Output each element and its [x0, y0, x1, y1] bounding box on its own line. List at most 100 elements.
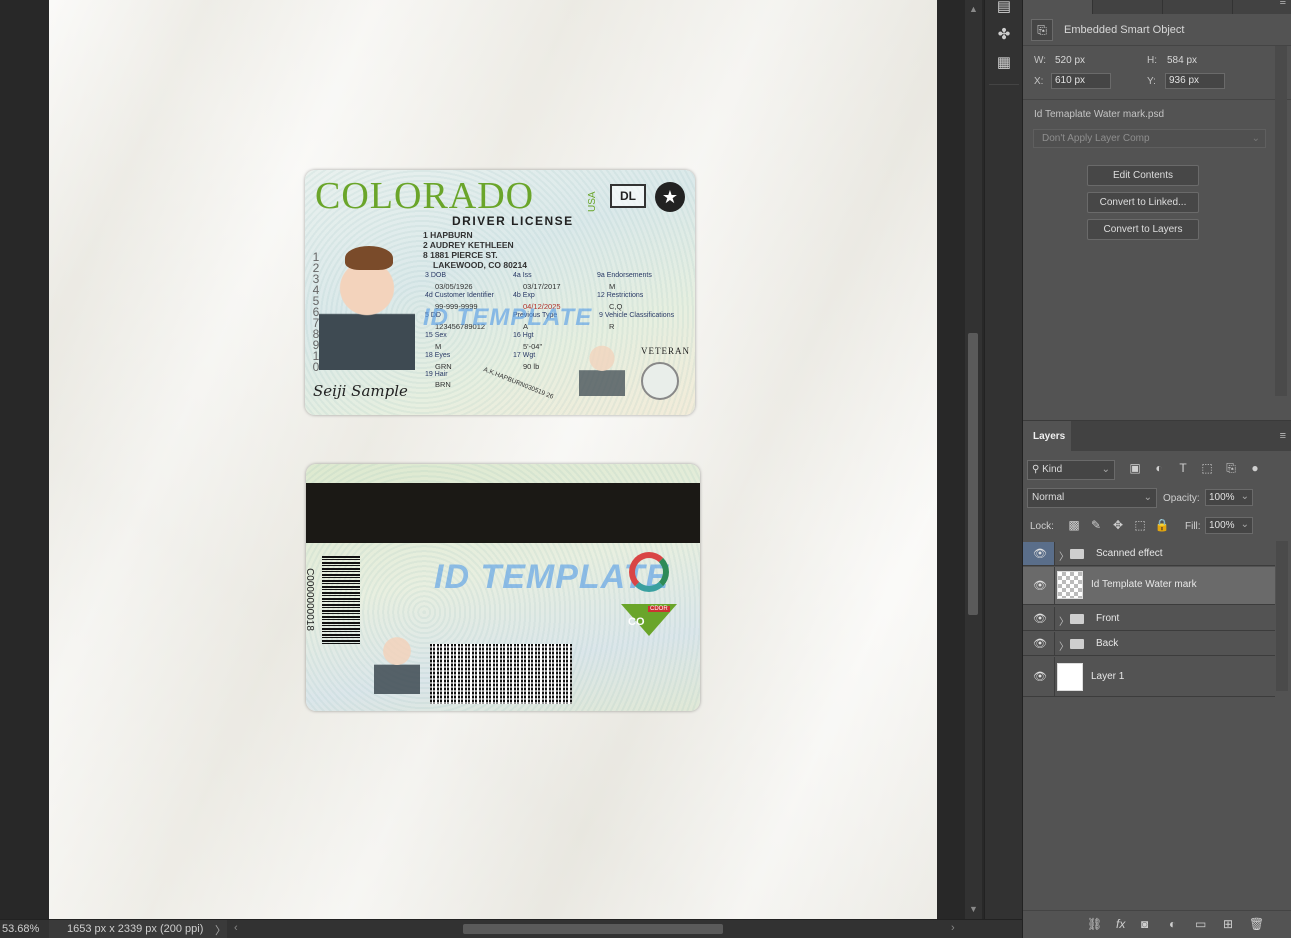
vertical-scrollbar[interactable]: ▲ ▼: [965, 0, 982, 919]
grid-icon[interactable]: ▦: [993, 52, 1015, 74]
eye-icon: 👁: [1033, 548, 1047, 560]
right-panel: ≡ ⎘ Embedded Smart Object W: 520 px H: 5…: [1022, 0, 1291, 938]
visibility-toggle[interactable]: 👁: [1023, 632, 1055, 655]
id-card-front[interactable]: COLORADO USA DL ★ DRIVER LICENSE 1234567…: [305, 170, 695, 415]
iss-label: 4a Iss: [513, 272, 532, 279]
canvas-area[interactable]: COLORADO USA DL ★ DRIVER LICENSE 1234567…: [0, 0, 965, 919]
fx-icon[interactable]: fx: [1116, 917, 1125, 931]
y-input[interactable]: 936 px: [1165, 73, 1225, 89]
id-card-back[interactable]: C0000000018 ID TEMPLATE CO CDOR: [306, 464, 700, 711]
chevron-down-icon: ⌄: [1101, 464, 1110, 475]
scroll-thumb[interactable]: [968, 333, 978, 615]
y-label: Y:: [1147, 76, 1156, 87]
tool-divider: [989, 84, 1019, 85]
properties-scrollbar[interactable]: [1275, 46, 1287, 396]
layers-scrollbar[interactable]: [1276, 541, 1288, 691]
chevron-down-icon: ⌄: [1240, 519, 1249, 530]
layer-thumbnail: [1057, 663, 1083, 691]
divider: [1023, 45, 1291, 46]
layer-row-layer1[interactable]: 👁 Layer 1: [1023, 657, 1275, 697]
layer-row-scanned-effect[interactable]: 👁 〉 Scanned effect: [1023, 542, 1275, 566]
horizontal-scroll-thumb[interactable]: [463, 924, 723, 934]
add-mask-icon[interactable]: ◙: [1141, 917, 1148, 931]
magnetic-stripe: [306, 483, 700, 543]
eye-icon: 👁: [1033, 638, 1047, 650]
new-group-icon[interactable]: ▭: [1195, 917, 1206, 931]
fill-label: Fill:: [1185, 521, 1201, 532]
height-value[interactable]: 584 px: [1167, 55, 1197, 66]
x-input[interactable]: 610 px: [1051, 73, 1111, 89]
trash-icon[interactable]: 🗑: [1249, 917, 1264, 931]
chevron-right-icon[interactable]: 〉: [1059, 613, 1069, 628]
chevron-right-icon[interactable]: 〉: [1059, 548, 1069, 563]
layer-row-back[interactable]: 👁 〉 Back: [1023, 632, 1275, 656]
hgt-value: 5'-04": [523, 342, 543, 351]
visibility-toggle[interactable]: 👁: [1023, 567, 1055, 604]
chevron-right-icon[interactable]: 〉: [1059, 638, 1069, 653]
tab-libraries[interactable]: [1163, 0, 1233, 14]
width-value[interactable]: 520 px: [1055, 55, 1085, 66]
scroll-right-icon[interactable]: ›: [951, 922, 955, 934]
layer-comp-value: Don't Apply Layer Comp: [1042, 133, 1150, 144]
layer-row-watermark[interactable]: 👁 Id Template Water mark: [1023, 567, 1275, 605]
cdor-label: CDOR: [648, 606, 670, 612]
portrait-hair: [345, 246, 393, 270]
vc-value: R: [609, 322, 615, 331]
lock-transparent-icon[interactable]: ▩: [1063, 518, 1085, 532]
filter-toggle-icon[interactable]: ●: [1243, 461, 1267, 475]
scroll-down-icon[interactable]: ▼: [969, 904, 978, 914]
scroll-up-icon[interactable]: ▲: [969, 4, 978, 14]
type-filter-icon[interactable]: T: [1171, 461, 1195, 475]
lock-all-icon[interactable]: 🔒: [1151, 518, 1173, 532]
tab-properties[interactable]: [1023, 0, 1093, 14]
shape-filter-icon[interactable]: ⬚: [1195, 461, 1219, 475]
pdf417-barcode: [430, 644, 572, 704]
tab-adjustments[interactable]: [1093, 0, 1163, 14]
new-layer-icon[interactable]: ⊞: [1223, 917, 1233, 931]
pixel-filter-icon[interactable]: ▣: [1123, 461, 1147, 475]
kind-filter-value: Kind: [1042, 464, 1063, 475]
convert-to-linked-button[interactable]: Convert to Linked...: [1087, 192, 1199, 213]
lock-position-icon[interactable]: ✥: [1107, 518, 1129, 532]
field-line4: LAKEWOOD, CO 80214: [433, 260, 527, 270]
wgt-value: 90 lb: [523, 362, 540, 371]
layer-row-front[interactable]: 👁 〉 Front: [1023, 607, 1275, 631]
layer-thumbnail: [1057, 571, 1083, 599]
layer-comp-select[interactable]: Don't Apply Layer Comp ⌄: [1033, 129, 1266, 148]
lock-artboard-icon[interactable]: ⬚: [1129, 518, 1151, 532]
visibility-toggle[interactable]: 👁: [1023, 607, 1055, 630]
opacity-input[interactable]: 100% ⌄: [1205, 489, 1253, 506]
search-icon: ⚲: [1032, 464, 1040, 475]
filter-icons: ▣ ◐ T ⬚ ⎘ ●: [1123, 461, 1267, 479]
adjustments-icon[interactable]: ✤: [993, 24, 1015, 46]
document-canvas[interactable]: COLORADO USA DL ★ DRIVER LICENSE 1234567…: [49, 0, 937, 919]
smart-filter-icon[interactable]: ⎘: [1219, 461, 1243, 476]
layer-name: Front: [1096, 613, 1120, 624]
restr-value: C,Q: [609, 302, 623, 311]
star-icon: ★: [655, 182, 685, 212]
new-adjustment-icon[interactable]: ◐: [1169, 917, 1176, 931]
wgt-label: 17 Wgt: [513, 352, 536, 359]
fill-input[interactable]: 100% ⌄: [1205, 517, 1253, 534]
adjustment-filter-icon[interactable]: ◐: [1147, 461, 1171, 475]
chevron-right-icon[interactable]: 〉: [215, 922, 226, 938]
link-layers-icon[interactable]: ⛓: [1087, 917, 1102, 931]
panel-menu-icon[interactable]: ≡: [1280, 0, 1286, 8]
visibility-toggle[interactable]: 👁: [1023, 542, 1055, 565]
kind-filter-select[interactable]: ⚲ Kind ⌄: [1027, 460, 1115, 480]
linear-barcode: [322, 556, 360, 646]
height-label: H:: [1147, 55, 1157, 66]
edit-contents-button[interactable]: Edit Contents: [1087, 165, 1199, 186]
smart-object-type: Embedded Smart Object: [1064, 24, 1185, 36]
zoom-level[interactable]: 53.68%: [2, 923, 39, 935]
panel-menu-icon[interactable]: ≡: [1280, 430, 1286, 442]
end-label: 9a Endorsements: [597, 272, 652, 279]
scroll-left-icon[interactable]: ‹: [234, 922, 238, 934]
properties-icon[interactable]: ▤: [993, 0, 1015, 18]
blend-mode-select[interactable]: Normal ⌄: [1027, 488, 1157, 508]
lock-image-icon[interactable]: ✎: [1085, 518, 1107, 532]
convert-to-layers-button[interactable]: Convert to Layers: [1087, 219, 1199, 240]
visibility-toggle[interactable]: 👁: [1023, 657, 1055, 696]
veteran-label: VETERAN: [641, 346, 690, 356]
tab-layers[interactable]: Layers: [1023, 421, 1071, 451]
